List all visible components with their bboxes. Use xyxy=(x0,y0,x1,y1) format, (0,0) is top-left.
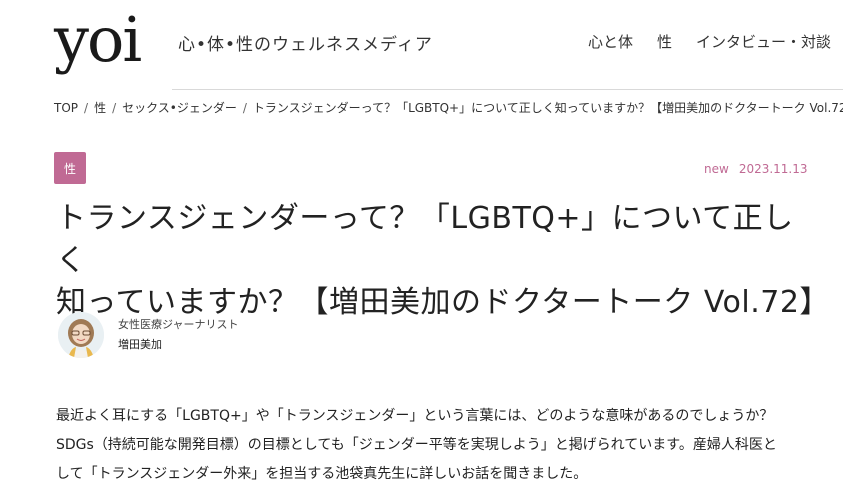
lead-line-3: して「トランスジェンダー外来」を担当する池袋真先生に詳しいお話を聞きました。 xyxy=(56,466,588,482)
author-name[interactable]: 増田美加 xyxy=(118,335,238,355)
breadcrumb: TOP / 性 / セックス•ジェンダー / トランスジェンダーって？「LGBTQ+」につい… xyxy=(54,99,843,116)
author-photo-icon xyxy=(58,312,104,358)
breadcrumb-current: トランスジェンダーって？「LGBTQ+」について正しく知っていますか？【増田美加… xyxy=(252,101,843,115)
author-avatar[interactable] xyxy=(58,312,104,358)
title-line-1: トランスジェンダーって？「LGBTQ+」について正しく xyxy=(56,201,794,278)
main-nav: 心と体 性 インタビュー・対談 xyxy=(588,31,831,52)
breadcrumb-sex[interactable]: 性 xyxy=(94,101,106,115)
category-badge[interactable]: 性 xyxy=(54,152,86,184)
nav-item-interview[interactable]: インタビュー・対談 xyxy=(696,31,831,52)
lead-line-1: 最近よく耳にする「LGBTQ+」や「トランスジェンダー」という言葉には、どのよう… xyxy=(56,408,774,424)
article-title: トランスジェンダーって？「LGBTQ+」について正しく 知っていますか？【増田美… xyxy=(56,198,829,324)
author-info: 女性医療ジャーナリスト 増田美加 xyxy=(118,315,238,355)
lead-line-2: SDGs（持続可能な開発目標）の目標としても「ジェンダー平等を実現しよう」と掲げ… xyxy=(56,437,777,453)
breadcrumb-separator: / xyxy=(242,101,247,115)
nav-item-mind-body[interactable]: 心と体 xyxy=(588,31,633,52)
site-tagline: 心•体•性のウェルネスメディア xyxy=(178,35,433,55)
breadcrumb-top[interactable]: TOP xyxy=(54,101,78,115)
author-block[interactable]: 女性医療ジャーナリスト 増田美加 xyxy=(58,312,238,358)
breadcrumb-separator: / xyxy=(112,101,117,115)
breadcrumb-separator: / xyxy=(84,101,89,115)
header-divider xyxy=(172,89,843,90)
article-lead: 最近よく耳にする「LGBTQ+」や「トランスジェンダー」という言葉には、どのよう… xyxy=(56,402,816,489)
publish-date: 2023.11.13 xyxy=(738,162,808,176)
nav-item-sex[interactable]: 性 xyxy=(657,31,672,52)
article-meta: new 2023.11.13 xyxy=(704,162,808,176)
site-logo[interactable]: yoi xyxy=(54,0,142,80)
breadcrumb-sex-gender[interactable]: セックス•ジェンダー xyxy=(122,101,237,115)
new-label: new xyxy=(704,162,729,176)
site-header: yoi 心•体•性のウェルネスメディア 心と体 性 インタビュー・対談 xyxy=(0,0,843,90)
author-role: 女性医療ジャーナリスト xyxy=(118,318,239,331)
